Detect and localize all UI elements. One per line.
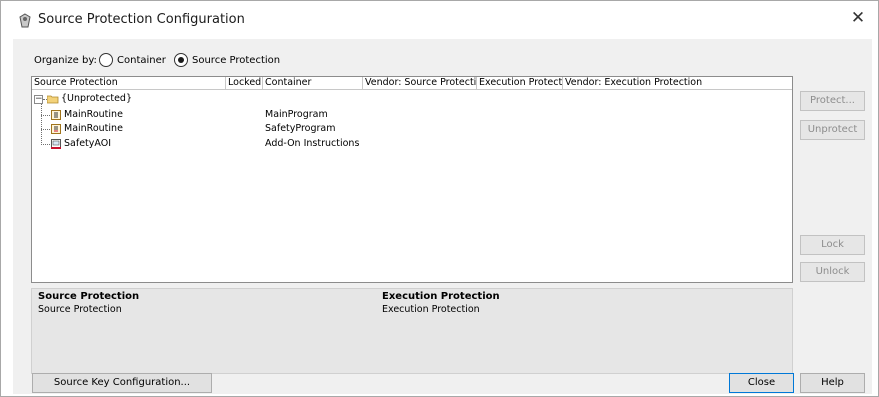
table-header: Source Protection Locked Container Vendo…: [32, 77, 792, 90]
routine-icon: [51, 124, 61, 134]
folder-icon: [47, 95, 59, 104]
execution-protection-heading: Execution Protection: [382, 291, 500, 302]
radio-container-label: Container: [117, 54, 166, 66]
radio-source-protection-label: Source Protection: [192, 54, 281, 66]
unlock-button[interactable]: Unlock: [800, 262, 865, 282]
radio-source-protection-indicator[interactable]: [174, 53, 188, 67]
organize-container-radio[interactable]: Container: [99, 52, 166, 68]
organize-by-label: Organize by:: [34, 55, 97, 66]
row-container: MainProgram: [265, 109, 328, 120]
column-header-vendor-source-protection[interactable]: Vendor: Source Protection: [363, 77, 477, 90]
column-header-source-protection[interactable]: Source Protection: [32, 77, 226, 90]
row-name: SafetyAOI: [64, 138, 111, 149]
lock-button[interactable]: Lock: [800, 235, 865, 255]
tree-root-label: {Unprotected}: [61, 93, 132, 104]
aoi-icon: [51, 139, 61, 149]
dialog-window: Source Protection Configuration ✕ Organi…: [0, 0, 879, 397]
row-container: Add-On Instructions: [265, 138, 360, 149]
row-name: MainRoutine: [64, 123, 123, 134]
protect-button[interactable]: Protect...: [800, 91, 865, 111]
details-panel: Source Protection Source Protection Exec…: [31, 288, 793, 374]
radio-container-indicator[interactable]: [99, 53, 113, 67]
close-window-icon[interactable]: ✕: [850, 10, 866, 27]
source-protection-heading: Source Protection: [38, 291, 140, 302]
table-row[interactable]: MainRoutine MainProgram: [32, 108, 792, 122]
column-header-execution-protection[interactable]: Execution Protection: [477, 77, 563, 90]
protection-tree-table[interactable]: Source Protection Locked Container Vendo…: [31, 76, 793, 283]
unprotect-button[interactable]: Unprotect: [800, 120, 865, 140]
table-row[interactable]: MainRoutine SafetyProgram: [32, 122, 792, 136]
source-protection-value: Source Protection: [38, 304, 122, 315]
column-header-locked[interactable]: Locked: [226, 77, 263, 90]
routine-icon: [51, 110, 61, 120]
window-title: Source Protection Configuration: [38, 12, 245, 27]
execution-protection-value: Execution Protection: [382, 304, 480, 315]
column-header-container[interactable]: Container: [263, 77, 363, 90]
row-container: SafetyProgram: [265, 123, 336, 134]
source-key-configuration-button[interactable]: Source Key Configuration...: [32, 373, 212, 393]
app-icon: [19, 13, 31, 28]
help-button[interactable]: Help: [800, 373, 865, 393]
close-button[interactable]: Close: [729, 373, 794, 393]
dialog-body: Organize by: Container Source Protection…: [13, 39, 872, 394]
table-row[interactable]: SafetyAOI Add-On Instructions: [32, 137, 792, 151]
organize-source-protection-radio[interactable]: Source Protection: [174, 52, 280, 68]
column-header-vendor-execution-protection[interactable]: Vendor: Execution Protection: [563, 77, 792, 90]
title-bar: Source Protection Configuration ✕: [1, 1, 878, 39]
row-name: MainRoutine: [64, 109, 123, 120]
collapse-icon[interactable]: −: [34, 95, 43, 104]
tree-root-row[interactable]: − {Unprotected}: [32, 92, 792, 106]
